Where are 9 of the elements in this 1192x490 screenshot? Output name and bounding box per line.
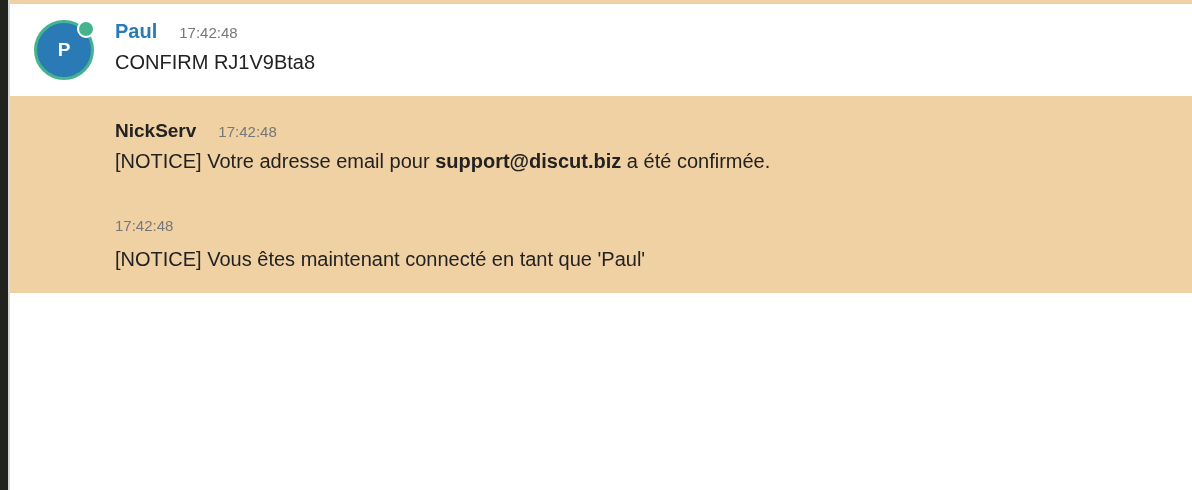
author-name[interactable]: NickServ [115,120,197,142]
message-text: [NOTICE] Votre adresse email pour support@discut.biz a été confirmée. [115,150,771,173]
timestamp: 17:42:48 [218,123,277,140]
message-text: [NOTICE] Vous êtes maintenant connecté en tant que 'Paul' [115,248,647,271]
timestamp: 17:42:48 [179,24,238,41]
avatar[interactable]: P [34,20,94,80]
author-name[interactable]: Paul [115,20,158,43]
timestamp: 17:42:48 [115,217,175,234]
message-text: CONFIRM RJ1V9Bta8 [115,51,316,74]
